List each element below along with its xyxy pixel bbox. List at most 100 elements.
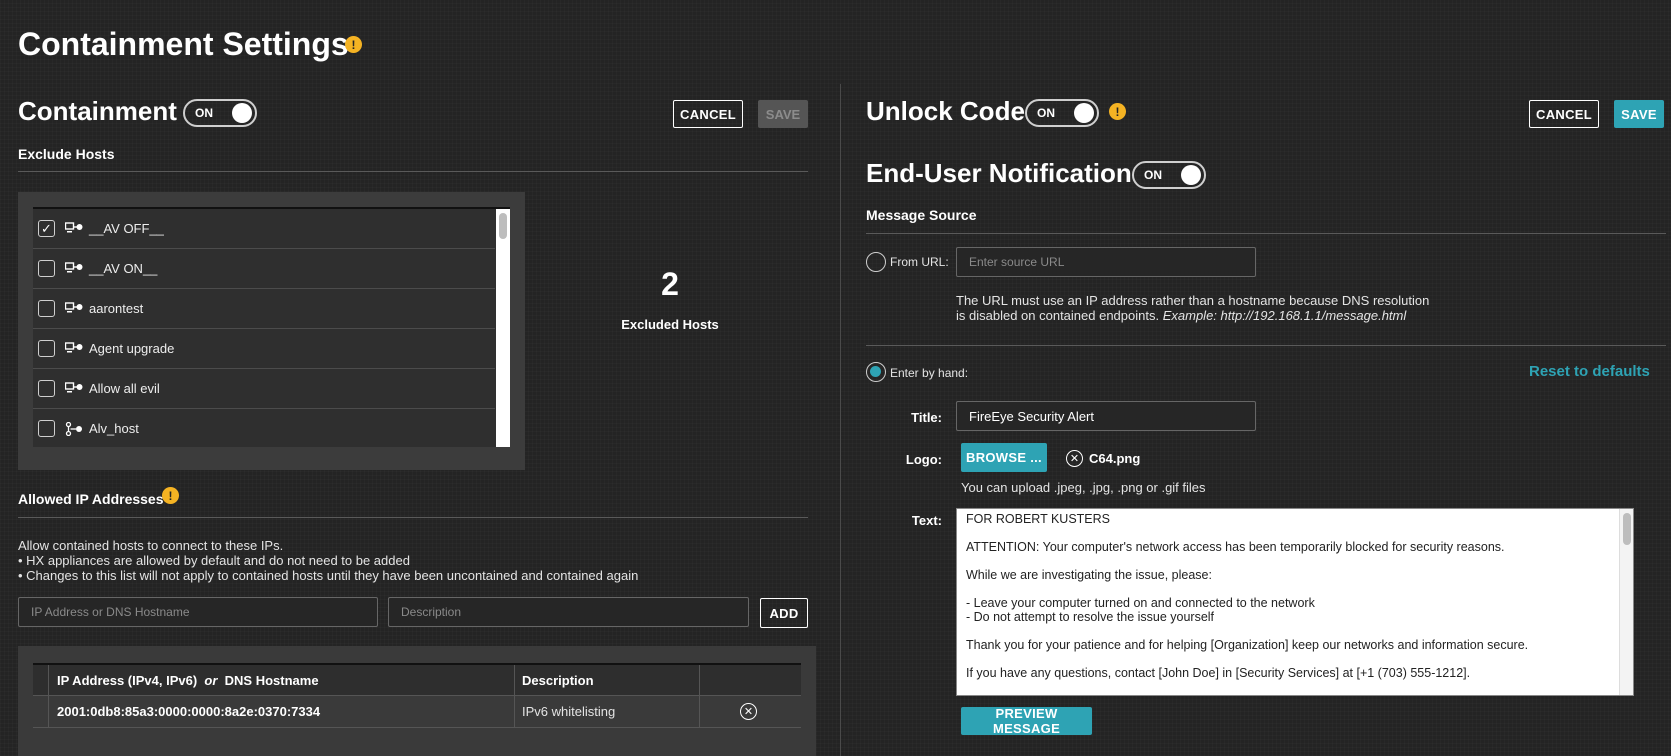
allowed-ip-table-panel: IP Address (IPv4, IPv6) or DNS Hostname … (18, 646, 816, 756)
host-group-icon (65, 301, 89, 316)
ip-description-input[interactable] (388, 597, 749, 627)
host-name: __AV OFF__ (89, 221, 164, 236)
warning-icon[interactable]: ! (162, 487, 179, 504)
table-row: 2001:0db8:85a3:0000:0000:8a2e:0370:7334 … (33, 696, 801, 728)
preview-message-button[interactable]: PREVIEW MESSAGE (961, 706, 1092, 736)
column-header-description: Description (522, 672, 594, 688)
divider (866, 233, 1666, 234)
ip-cell: 2001:0db8:85a3:0000:0000:8a2e:0370:7334 (57, 704, 321, 719)
host-name: Allow all evil (89, 381, 160, 396)
from-url-radio[interactable] (866, 252, 886, 272)
exclude-hosts-panel: Alv_host Allow all evil Agent upgrade aaron… (18, 192, 525, 470)
description-cell: IPv6 whitelisting (522, 704, 616, 719)
host-checkbox[interactable] (38, 220, 55, 237)
column-divider (514, 696, 515, 727)
host-list-item[interactable]: aarontest (33, 289, 495, 329)
message-text: FOR ROBERT KUSTERS ATTENTION: Your compu… (966, 512, 1529, 680)
host-group-icon (65, 341, 89, 356)
url-help-line-1: The URL must use an IP address rather th… (956, 293, 1430, 308)
divider (866, 345, 1666, 346)
toggle-knob (232, 103, 252, 123)
ip-address-input[interactable] (18, 597, 378, 627)
host-name: Alv_host (89, 421, 139, 436)
add-ip-button[interactable]: ADD (760, 598, 808, 628)
toggle-knob (1074, 103, 1094, 123)
enter-by-hand-radio[interactable] (866, 362, 886, 382)
toggle-label: ON (195, 106, 213, 120)
unlock-cancel-button[interactable]: CANCEL (1529, 100, 1599, 128)
toggle-label: ON (1037, 106, 1055, 120)
host-name: aarontest (89, 301, 144, 316)
toggle-knob (1181, 165, 1201, 185)
column-divider (48, 665, 49, 695)
toggle-label: ON (1144, 168, 1162, 182)
host-list-item[interactable]: Agent upgrade (33, 329, 495, 369)
host-group-icon (65, 261, 89, 276)
host-group-icon (65, 221, 89, 236)
text-field-label: Text: (911, 513, 942, 528)
scrollbar-thumb[interactable] (499, 213, 507, 239)
host-checkbox[interactable] (38, 380, 55, 397)
allowed-ip-bullet: • HX appliances are allowed by default a… (18, 553, 410, 568)
page-title: Containment Settings (18, 26, 349, 62)
host-checkbox[interactable] (38, 420, 55, 437)
host-icon (65, 421, 89, 436)
column-header-ip: IP Address (IPv4, IPv6) or DNS Hostname (57, 672, 319, 688)
remove-icon: ✕ (740, 703, 757, 720)
unlock-code-toggle[interactable]: ON (1025, 99, 1099, 127)
column-divider (514, 665, 515, 695)
host-checkbox[interactable] (38, 300, 55, 317)
exclude-hosts-label: Exclude Hosts (18, 146, 115, 162)
host-list-item[interactable]: __AV OFF__ (33, 209, 495, 249)
remove-logo-icon[interactable]: ✕ (1066, 450, 1083, 467)
logo-file-name: C64.png (1089, 451, 1141, 466)
divider (18, 171, 808, 172)
warning-icon[interactable]: ! (1109, 103, 1126, 120)
column-divider (840, 84, 841, 756)
allowed-ip-bullet: • Changes to this list will not apply to… (18, 568, 639, 583)
title-field-label: Title: (911, 410, 942, 425)
message-text-area[interactable]: FOR ROBERT KUSTERS ATTENTION: Your compu… (956, 508, 1634, 696)
end-user-notification-title: End-User Notification (866, 158, 1132, 188)
containment-title: Containment (18, 96, 177, 126)
remove-ip-button[interactable]: ✕ (740, 696, 757, 727)
host-list-scrollbar[interactable] (496, 209, 510, 447)
scrollbar-thumb[interactable] (1623, 513, 1631, 545)
reset-to-defaults-link[interactable]: Reset to defaults (1529, 363, 1650, 380)
url-help-line-2: is disabled on contained endpoints. Exam… (956, 308, 1407, 323)
source-url-input[interactable] (956, 247, 1256, 277)
message-source-label: Message Source (866, 207, 977, 223)
host-list-item[interactable]: Alv_host (33, 409, 495, 447)
host-checkbox[interactable] (38, 260, 55, 277)
excluded-count-label: Excluded Hosts (621, 317, 719, 332)
host-list-item[interactable]: Allow all evil (33, 369, 495, 409)
containment-save-button[interactable]: SAVE (758, 100, 808, 128)
host-name: __AV ON__ (89, 261, 158, 276)
browse-button[interactable]: BROWSE ... (961, 443, 1047, 472)
logo-field-label: Logo: (905, 452, 942, 467)
excluded-count: 2 (661, 266, 679, 302)
allowed-ip-title: Allowed IP Addresses (18, 491, 164, 507)
unlock-code-title: Unlock Code (866, 96, 1025, 126)
containment-toggle[interactable]: ON (183, 99, 257, 127)
column-divider (699, 696, 700, 727)
containment-cancel-button[interactable]: CANCEL (673, 100, 743, 128)
notification-toggle[interactable]: ON (1132, 161, 1206, 189)
host-list-item[interactable]: __AV ON__ (33, 249, 495, 289)
divider (18, 517, 808, 518)
warning-icon[interactable]: ! (345, 36, 362, 53)
column-divider (699, 665, 700, 695)
column-divider (48, 696, 49, 727)
table-header: IP Address (IPv4, IPv6) or DNS Hostname … (33, 663, 801, 696)
from-url-label: From URL: (890, 255, 949, 269)
host-checkbox[interactable] (38, 340, 55, 357)
unlock-save-button[interactable]: SAVE (1614, 100, 1664, 128)
message-scrollbar[interactable] (1619, 509, 1633, 695)
title-input[interactable] (956, 401, 1256, 431)
allowed-ip-intro: Allow contained hosts to connect to thes… (18, 538, 284, 553)
logo-help-text: You can upload .jpeg, .jpg, .png or .gif… (961, 480, 1206, 495)
enter-by-hand-label: Enter by hand: (890, 366, 969, 380)
host-group-icon (65, 381, 89, 396)
host-list[interactable]: Alv_host Allow all evil Agent upgrade aaron… (33, 207, 510, 447)
host-name: Agent upgrade (89, 341, 175, 356)
